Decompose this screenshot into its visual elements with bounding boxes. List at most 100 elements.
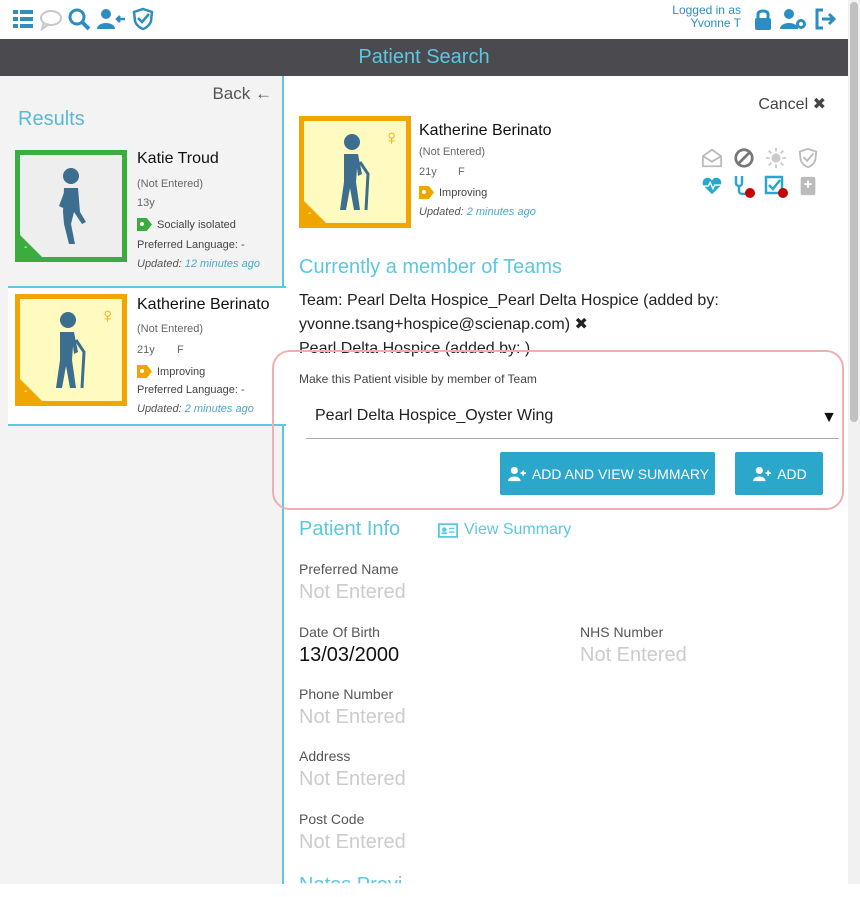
heart-pulse-icon[interactable] xyxy=(700,174,724,198)
elderly-person-icon xyxy=(340,134,370,211)
team-select[interactable]: Pearl Delta Hospice_Oyster Wing ▼ xyxy=(306,397,839,439)
patient-card-katie-troud[interactable]: - Katie Troud (Not Entered) 13y Socially… xyxy=(8,146,284,286)
updated-label: Updated: xyxy=(137,258,182,270)
user-settings-icon[interactable] xyxy=(778,6,808,32)
phone-number-value: Not Entered xyxy=(299,706,406,728)
status-badge: Socially isolated xyxy=(137,218,236,231)
updated-info: Updated: 2 minutes ago xyxy=(137,403,254,415)
patient-subtitle: (Not Entered) xyxy=(137,323,204,335)
back-button[interactable]: Back ← xyxy=(212,84,272,104)
patient-age: 21y xyxy=(137,344,155,356)
patient-subtitle: (Not Entered) xyxy=(137,178,204,190)
search-icon[interactable] xyxy=(66,6,92,32)
patient-card-katherine-berinato[interactable]: ♀ - Katherine Berinato (Not Entered) 21y… xyxy=(8,286,286,426)
language-value: - xyxy=(240,239,245,251)
scrollbar-thumb[interactable] xyxy=(850,2,858,422)
dob-label: Date Of Birth xyxy=(299,624,380,640)
tag-icon xyxy=(137,218,152,231)
page-title: Patient Search xyxy=(0,39,848,76)
patient-info-title: Patient Info xyxy=(299,518,401,540)
patient-name: Katherine Berinato xyxy=(419,122,552,139)
team-line-1: Team: Pearl Delta Hospice_Pearl Delta Ho… xyxy=(299,292,719,309)
updated-label: Updated: xyxy=(137,403,182,415)
scrollbar[interactable] xyxy=(848,0,860,884)
team-select-label: Make this Patient visible by member of T… xyxy=(299,372,537,386)
team-added-by-email: yvonne.tsang+hospice@scienap.com) xyxy=(299,316,571,333)
back-label: Back xyxy=(212,84,251,103)
patient-detail-panel: Cancel ✖ ♀ - Katherine Berinato (Not Ent… xyxy=(272,76,848,884)
add-user-icon xyxy=(753,466,772,481)
preferred-name-value: Not Entered xyxy=(299,581,406,603)
view-summary-label: View Summary xyxy=(464,521,572,538)
close-icon: ✖ xyxy=(812,96,826,113)
results-title: Results xyxy=(18,108,85,130)
tag-icon xyxy=(137,365,152,378)
patient-subtitle: (Not Entered) xyxy=(419,146,486,158)
sun-icon[interactable] xyxy=(764,146,788,170)
patient-name: Katie Troud xyxy=(137,150,219,167)
add-button[interactable]: ADD xyxy=(735,452,823,495)
patient-name: Katherine Berinato xyxy=(137,296,270,313)
envelope-open-icon[interactable] xyxy=(700,146,724,170)
dob-value: 13/03/2000 xyxy=(299,644,400,666)
team-line-2: yvonne.tsang+hospice@scienap.com) ✖ xyxy=(299,313,839,337)
updated-info: Updated: 12 minutes ago xyxy=(137,258,260,270)
lock-icon[interactable] xyxy=(750,6,776,32)
add-and-view-summary-button[interactable]: ADD AND VIEW SUMMARY xyxy=(500,452,715,495)
phone-number-label: Phone Number xyxy=(299,686,394,702)
add-user-icon xyxy=(508,466,526,481)
logged-in-info: Logged in as Yvonne T xyxy=(672,4,741,30)
cancel-button[interactable]: Cancel ✖ xyxy=(758,94,826,114)
tag-icon xyxy=(419,186,434,199)
language-label: Preferred Language: xyxy=(137,239,238,251)
notes-section-title: Notes Previ xyxy=(299,874,403,896)
nhs-number-value: Not Entered xyxy=(580,644,687,666)
patient-gender: F xyxy=(458,166,465,178)
updated-label: Updated: xyxy=(419,206,464,218)
nhs-number-label: NHS Number xyxy=(580,624,664,640)
status-badge: Improving xyxy=(137,365,205,378)
updated-time: 2 minutes ago xyxy=(466,206,536,218)
status-badge: Improving xyxy=(419,186,487,199)
preferred-name-label: Preferred Name xyxy=(299,561,399,577)
stethoscope-alarm-icon[interactable] xyxy=(732,174,756,198)
patient-gender: F xyxy=(177,344,184,356)
preferred-language: Preferred Language: - xyxy=(137,239,245,251)
updated-time: 12 minutes ago xyxy=(184,258,260,270)
chat-bubble-icon[interactable] xyxy=(38,6,64,32)
elderly-person-icon xyxy=(56,312,86,389)
female-symbol-icon: ♀ xyxy=(383,125,401,150)
view-summary-link[interactable]: View Summary xyxy=(438,521,571,539)
remove-team-icon[interactable]: ✖ xyxy=(575,316,588,333)
status-label: Improving xyxy=(439,186,488,199)
sign-out-icon[interactable] xyxy=(812,6,838,32)
id-card-icon xyxy=(438,522,458,538)
medical-book-icon[interactable] xyxy=(796,174,820,198)
team-select-value: Pearl Delta Hospice_Oyster Wing xyxy=(315,407,554,424)
arrow-left-icon: ← xyxy=(255,84,272,103)
patient-avatar-large: ♀ - xyxy=(299,116,411,228)
status-label: Socially isolated xyxy=(157,218,236,231)
checklist-alarm-icon[interactable] xyxy=(764,174,788,198)
language-value: - xyxy=(240,384,245,396)
status-label: Improving xyxy=(157,365,206,378)
patient-avatar: ♀ - xyxy=(15,294,127,406)
language-label: Preferred Language: xyxy=(137,384,238,396)
person-walking-icon xyxy=(59,168,86,244)
address-value: Not Entered xyxy=(299,768,406,790)
blocked-circle-icon[interactable] xyxy=(732,146,756,170)
patient-age: 21y xyxy=(419,166,437,178)
shield-check-icon[interactable] xyxy=(130,6,156,32)
add-and-view-summary-label: ADD AND VIEW SUMMARY xyxy=(531,465,710,482)
cancel-label: Cancel xyxy=(758,96,809,113)
user-transfer-icon[interactable] xyxy=(96,6,126,32)
shield-check-icon[interactable] xyxy=(796,146,820,170)
list-icon[interactable] xyxy=(10,6,36,32)
female-symbol-icon: ♀ xyxy=(99,303,117,328)
user-name: Yvonne T xyxy=(690,16,741,30)
patient-age: 13y xyxy=(137,197,155,209)
patient-avatar: - xyxy=(15,150,127,262)
post-code-value: Not Entered xyxy=(299,831,406,853)
preferred-language: Preferred Language: - xyxy=(137,384,245,396)
teams-section-title: Currently a member of Teams xyxy=(299,256,563,278)
